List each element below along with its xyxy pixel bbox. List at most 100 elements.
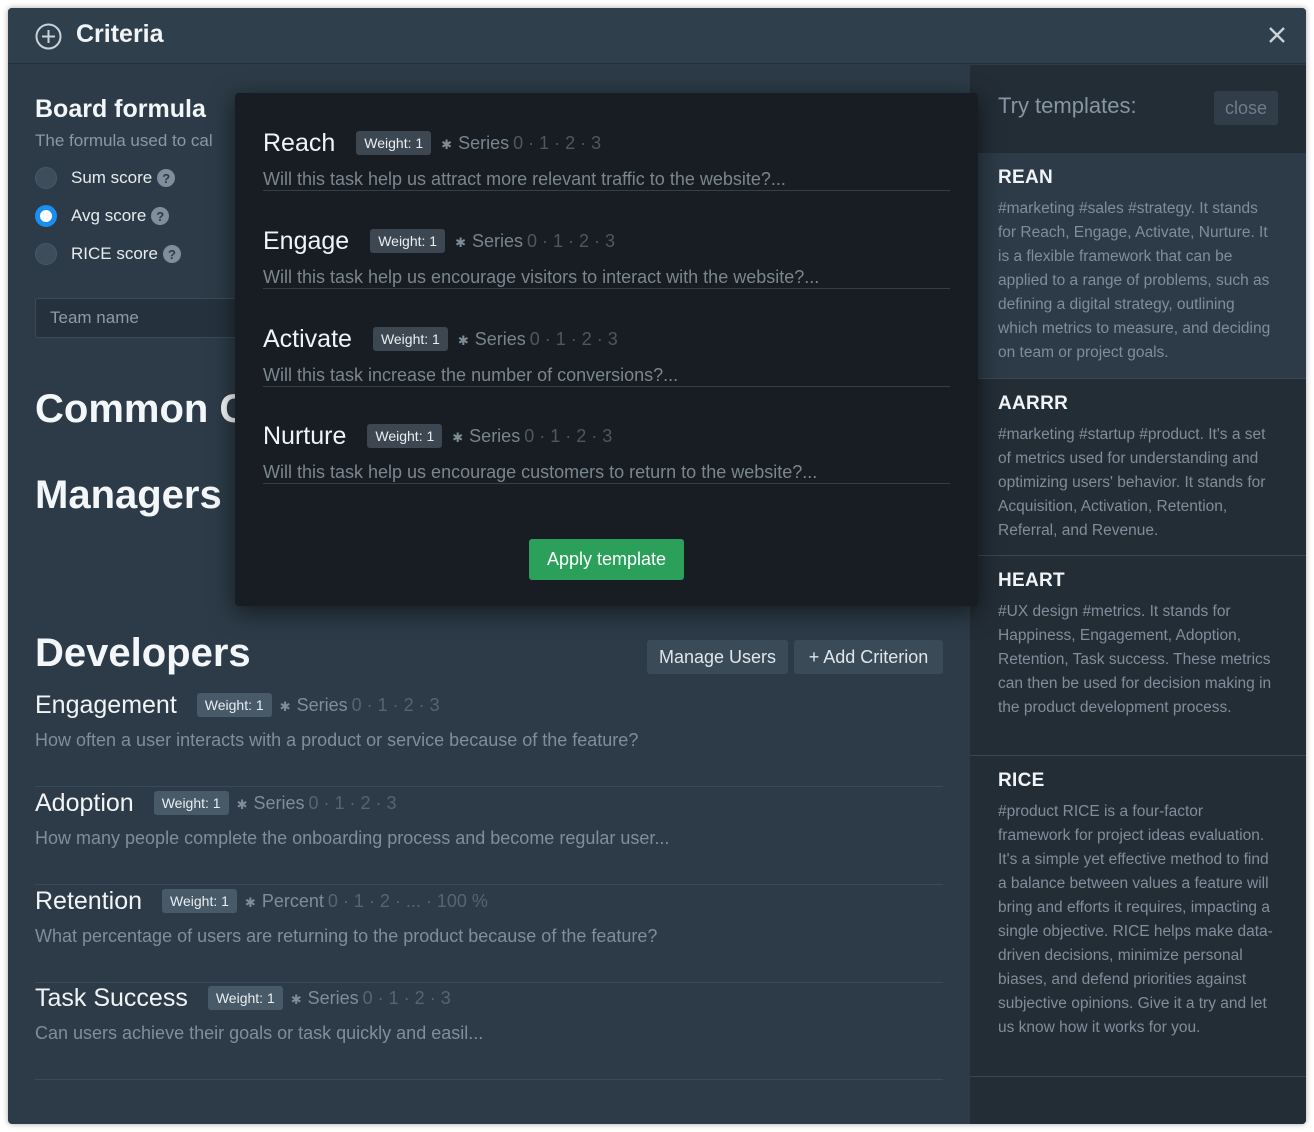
series-type: Series [296, 694, 348, 715]
radio-button[interactable] [35, 205, 57, 227]
criterion-name: Task Success [35, 983, 188, 1012]
criterion-adoption[interactable]: Adoption Weight: 1 ✱ Series 0 · 1 · 2 · 3 … [35, 787, 943, 885]
template-rean[interactable]: REAN #marketing #sales #strategy. It sta… [970, 153, 1306, 379]
criterion-name: Reach [263, 128, 336, 157]
template-name: REAN [998, 167, 1054, 188]
radio-rice-score[interactable]: RICE score ? [35, 241, 181, 267]
help-icon[interactable]: ? [157, 169, 176, 187]
series-type: Series [472, 230, 524, 251]
asterisk-icon: ✱ [290, 991, 302, 1007]
section-managers: Managers [35, 473, 222, 517]
template-name: RICE [998, 770, 1045, 791]
series-type: Series [253, 792, 305, 813]
template-name: AARRR [998, 393, 1069, 414]
help-icon[interactable]: ? [162, 245, 181, 263]
series-info: ✱ Series 0 · 1 · 2 · 3 [458, 329, 618, 350]
criterion-description: Will this task help us attract more rele… [263, 169, 786, 189]
weight-badge: Weight: 1 [153, 791, 229, 815]
close-templates-button[interactable]: close [1214, 91, 1278, 125]
preview-criterion-nurture: Nurture Weight: 1 ✱ Series 0 · 1 · 2 · 3 W… [263, 386, 950, 484]
template-name: HEART [998, 570, 1065, 591]
criterion-description: Can users achieve their goals or task qu… [35, 1023, 484, 1043]
asterisk-icon: ✱ [441, 136, 453, 152]
help-icon[interactable]: ? [151, 207, 170, 225]
weight-badge: Weight: 1 [356, 131, 432, 155]
asterisk-icon: ✱ [236, 796, 248, 812]
asterisk-icon: ✱ [452, 429, 464, 445]
add-circle-icon[interactable] [35, 23, 62, 50]
criterion-description: How often a user interacts with a produc… [35, 730, 639, 750]
template-rice[interactable]: RICE #product RICE is a four-factor fram… [970, 756, 1306, 1077]
radio-button[interactable] [35, 243, 57, 265]
radio-label: RICE score [71, 244, 158, 263]
series-values: 0 · 1 · 2 · 3 [308, 792, 397, 813]
template-preview-popup: Reach Weight: 1 ✱ Series 0 · 1 · 2 · 3 Wil… [235, 93, 978, 606]
radio-button[interactable] [35, 167, 57, 189]
series-values: 0 · 1 · 2 · 3 [513, 132, 602, 153]
radio-label: Sum score [71, 168, 153, 187]
criterion-name: Nurture [263, 421, 347, 450]
manage-users-button[interactable]: Manage Users [647, 640, 788, 674]
series-info: ✱ Series 0 · 1 · 2 · 3 [280, 695, 440, 716]
series-values: 0 · 1 · 2 · 3 [527, 230, 616, 251]
section-common: Common C [35, 387, 249, 431]
criterion-name: Retention [35, 886, 143, 915]
asterisk-icon: ✱ [455, 234, 466, 250]
series-values: 0 · 1 · 2 · 3 [351, 694, 440, 715]
modal-title: Criteria [76, 20, 164, 48]
criterion-name: Engagement [35, 690, 177, 719]
section-developers: Developers [35, 631, 251, 675]
series-type: Series [469, 425, 521, 446]
series-values: 0 · 1 · 2 · 3 [529, 328, 618, 349]
criterion-engagement[interactable]: Engagement Weight: 1 ✱ Series 0 · 1 · 2 · … [35, 689, 943, 787]
series-values: 0 · 1 · 2 · 3 [362, 987, 451, 1008]
weight-badge: Weight: 1 [372, 327, 448, 351]
criterion-task-success[interactable]: Task Success Weight: 1 ✱ Series 0 · 1 · 2 … [35, 982, 943, 1080]
series-info: ✱ Series 0 · 1 · 2 · 3 [452, 426, 612, 447]
weight-badge: Weight: 1 [367, 424, 443, 448]
criterion-description: What percentage of users are returning t… [35, 926, 658, 946]
radio-sum-score[interactable]: Sum score ? [35, 165, 176, 191]
asterisk-icon: ✱ [279, 698, 291, 714]
asterisk-icon: ✱ [457, 332, 469, 348]
weight-badge: Weight: 1 [196, 693, 272, 717]
series-type: Percent [261, 890, 324, 911]
radio-label: Avg score [71, 206, 147, 225]
preview-criterion-engage: Engage Weight: 1 ✱ Series 0 · 1 · 2 · 3 Wi… [263, 191, 950, 289]
criterion-description: How many people complete the onboarding … [35, 828, 670, 848]
series-type: Series [458, 132, 510, 153]
apply-template-button[interactable]: Apply template [529, 539, 684, 580]
modal-header: Criteria [8, 8, 1306, 64]
weight-badge: Weight: 1 [207, 986, 283, 1010]
template-aarrr[interactable]: AARRR #marketing #startup #product. It's… [970, 379, 1306, 556]
preview-criterion-reach: Reach Weight: 1 ✱ Series 0 · 1 · 2 · 3 Wil… [263, 93, 950, 191]
series-info: ✱ Series 0 · 1 · 2 · 3 [291, 988, 451, 1009]
criterion-description: Will this task help us encourage visitor… [263, 267, 820, 287]
add-criterion-button[interactable]: + Add Criterion [794, 640, 943, 674]
preview-criterion-activate: Activate Weight: 1 ✱ Series 0 · 1 · 2 · 3 … [263, 289, 950, 387]
criterion-name: Activate [263, 324, 352, 353]
weight-badge: Weight: 1 [162, 889, 237, 913]
template-description: #marketing #startup #product. It's a set… [998, 426, 1266, 539]
criterion-name: Engage [263, 226, 350, 255]
templates-sidebar: Try templates: close REAN #marketing #sa… [970, 65, 1306, 1124]
close-icon[interactable] [1266, 24, 1288, 46]
series-values: 0 · 1 · 2 · 3 [524, 425, 613, 446]
series-info: ✱ Series 0 · 1 · 2 · 3 [441, 133, 601, 154]
active-template-pointer [984, 258, 994, 276]
series-type: Series [307, 987, 359, 1008]
template-heart[interactable]: HEART #UX design #metrics. It stands for… [970, 556, 1306, 756]
series-info: ✱ Series 0 · 1 · 2 · 3 [237, 793, 397, 814]
radio-avg-score[interactable]: Avg score ? [35, 203, 170, 229]
criterion-name: Adoption [35, 788, 134, 817]
series-values: 0 · 1 · 2 · ... · 100 % [327, 890, 488, 911]
board-formula-subtitle: The formula used to cal [35, 131, 213, 150]
weight-badge: Weight: 1 [370, 229, 446, 253]
series-info: ✱ Series 0 · 1 · 2 · 3 [455, 231, 615, 252]
template-description: #UX design #metrics. It stands for Happi… [998, 603, 1272, 716]
team-name-input[interactable] [35, 298, 255, 338]
template-description: #marketing #sales #strategy. It stands f… [998, 200, 1271, 361]
template-description: #product RICE is a four-factor framework… [998, 803, 1273, 1036]
criterion-retention[interactable]: Retention Weight: 1 ✱ Percent 0 · 1 · 2 · … [35, 885, 943, 983]
templates-heading: Try templates: [998, 93, 1137, 118]
